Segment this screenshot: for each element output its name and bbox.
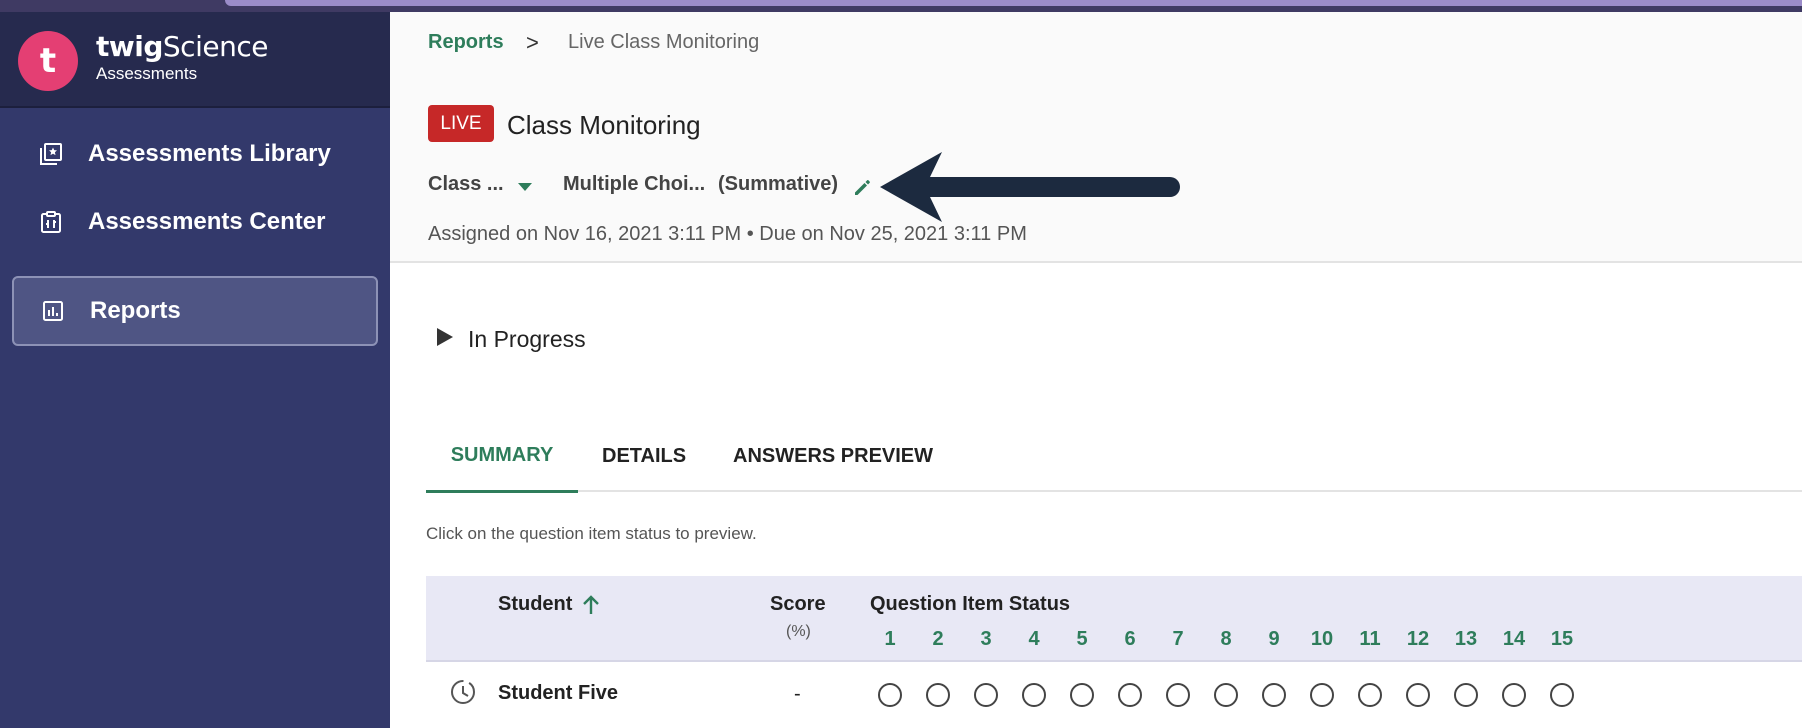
live-badge: LIVE bbox=[428, 105, 494, 142]
table-row: Student Five - bbox=[426, 662, 1802, 728]
question-status-circle-13[interactable] bbox=[1454, 683, 1478, 707]
annotation-arrow-icon bbox=[878, 150, 1184, 229]
chart-icon bbox=[40, 298, 66, 324]
brand-subtitle: Assessments bbox=[96, 64, 198, 83]
question-number-13[interactable]: 13 bbox=[1446, 628, 1486, 651]
question-status-circle-11[interactable] bbox=[1358, 683, 1382, 707]
clipboard-icon bbox=[38, 209, 64, 235]
brand-name-prefix: twig bbox=[96, 30, 163, 63]
chevron-down-icon[interactable] bbox=[516, 179, 534, 197]
question-status-circle-15[interactable] bbox=[1550, 683, 1574, 707]
question-number-10[interactable]: 10 bbox=[1302, 628, 1342, 651]
assessment-type: (Summative) bbox=[718, 173, 839, 195]
question-status-circle-6[interactable] bbox=[1118, 683, 1142, 707]
in-progress-toggle[interactable]: In Progress bbox=[436, 326, 586, 353]
question-number-9[interactable]: 9 bbox=[1254, 628, 1294, 651]
top-bar-accent bbox=[225, 0, 1802, 6]
page-title: Class Monitoring bbox=[507, 110, 701, 140]
sidebar-item-reports[interactable]: Reports bbox=[12, 276, 378, 346]
twig-logo-icon: t bbox=[18, 31, 78, 91]
question-number-8[interactable]: 8 bbox=[1206, 628, 1246, 651]
question-number-2[interactable]: 2 bbox=[918, 628, 958, 651]
sort-arrow-up-icon bbox=[583, 594, 600, 614]
class-select[interactable]: Class ... bbox=[428, 173, 504, 196]
sidebar-item-label: Assessments Library bbox=[88, 140, 331, 167]
question-status-circle-12[interactable] bbox=[1406, 683, 1430, 707]
question-number-3[interactable]: 3 bbox=[966, 628, 1006, 651]
student-column-header[interactable]: Student bbox=[498, 593, 600, 616]
question-number-7[interactable]: 7 bbox=[1158, 628, 1198, 651]
library-icon bbox=[38, 141, 64, 167]
report-tabs: SUMMARY DETAILS ANSWERS PREVIEW bbox=[426, 420, 1802, 493]
question-status-circle-7[interactable] bbox=[1166, 683, 1190, 707]
breadcrumb-current: Live Class Monitoring bbox=[568, 31, 760, 53]
question-status-circle-1[interactable] bbox=[878, 683, 902, 707]
play-triangle-icon bbox=[436, 327, 454, 352]
brand-name-suffix: Science bbox=[162, 30, 269, 63]
assignment-dates: Assigned on Nov 16, 2021 3:11 PM • Due o… bbox=[428, 223, 1027, 245]
in-progress-label: In Progress bbox=[468, 326, 586, 352]
student-header-label: Student bbox=[498, 593, 573, 615]
question-status-circle-8[interactable] bbox=[1214, 683, 1238, 707]
pencil-edit-icon[interactable] bbox=[852, 177, 872, 202]
sidebar-item-label: Assessments Center bbox=[88, 208, 326, 235]
sidebar-item-label: Reports bbox=[90, 297, 181, 324]
tab-summary[interactable]: SUMMARY bbox=[426, 420, 578, 493]
score-column-header: Score bbox=[770, 593, 826, 615]
question-status-circle-5[interactable] bbox=[1070, 683, 1094, 707]
question-number-1[interactable]: 1 bbox=[870, 628, 910, 651]
question-number-5[interactable]: 5 bbox=[1062, 628, 1102, 651]
question-status-circle-14[interactable] bbox=[1502, 683, 1526, 707]
sidebar-item-assessments-center[interactable]: Assessments Center bbox=[12, 187, 378, 257]
question-number-15[interactable]: 15 bbox=[1542, 628, 1582, 651]
breadcrumb-separator: > bbox=[526, 30, 539, 55]
student-score: - bbox=[794, 683, 801, 705]
tab-answers-preview[interactable]: ANSWERS PREVIEW bbox=[733, 420, 933, 492]
breadcrumb-reports-link[interactable]: Reports bbox=[428, 31, 504, 54]
question-number-4[interactable]: 4 bbox=[1014, 628, 1054, 651]
question-status-circle-3[interactable] bbox=[974, 683, 998, 707]
score-unit: (%) bbox=[786, 623, 811, 640]
question-status-circle-9[interactable] bbox=[1262, 683, 1286, 707]
sidebar: t twigScience Assessments Assessments Li… bbox=[0, 12, 390, 728]
brand-name: twigScience bbox=[96, 30, 268, 63]
question-number-14[interactable]: 14 bbox=[1494, 628, 1534, 651]
clock-history-icon bbox=[448, 677, 478, 712]
tab-details[interactable]: DETAILS bbox=[602, 420, 686, 492]
report-header: Reports > Live Class Monitoring LIVE Cla… bbox=[390, 12, 1802, 263]
question-status-circle-10[interactable] bbox=[1310, 683, 1334, 707]
question-status-header: Question Item Status bbox=[870, 593, 1071, 615]
top-bar bbox=[0, 0, 1802, 12]
question-number-6[interactable]: 6 bbox=[1110, 628, 1150, 651]
question-status-circle-4[interactable] bbox=[1022, 683, 1046, 707]
question-number-11[interactable]: 11 bbox=[1350, 628, 1390, 651]
preview-hint: Click on the question item status to pre… bbox=[426, 524, 757, 543]
logo-letter: t bbox=[39, 41, 57, 81]
student-name: Student Five bbox=[498, 682, 619, 704]
brand-header: t twigScience Assessments bbox=[0, 12, 390, 108]
sidebar-item-assessments-library[interactable]: Assessments Library bbox=[12, 119, 378, 189]
table-header: Student Score (%) Question Item Status 1… bbox=[426, 576, 1802, 662]
question-number-12[interactable]: 12 bbox=[1398, 628, 1438, 651]
question-status-circle-2[interactable] bbox=[926, 683, 950, 707]
assessment-name: Multiple Choi... bbox=[563, 173, 706, 195]
